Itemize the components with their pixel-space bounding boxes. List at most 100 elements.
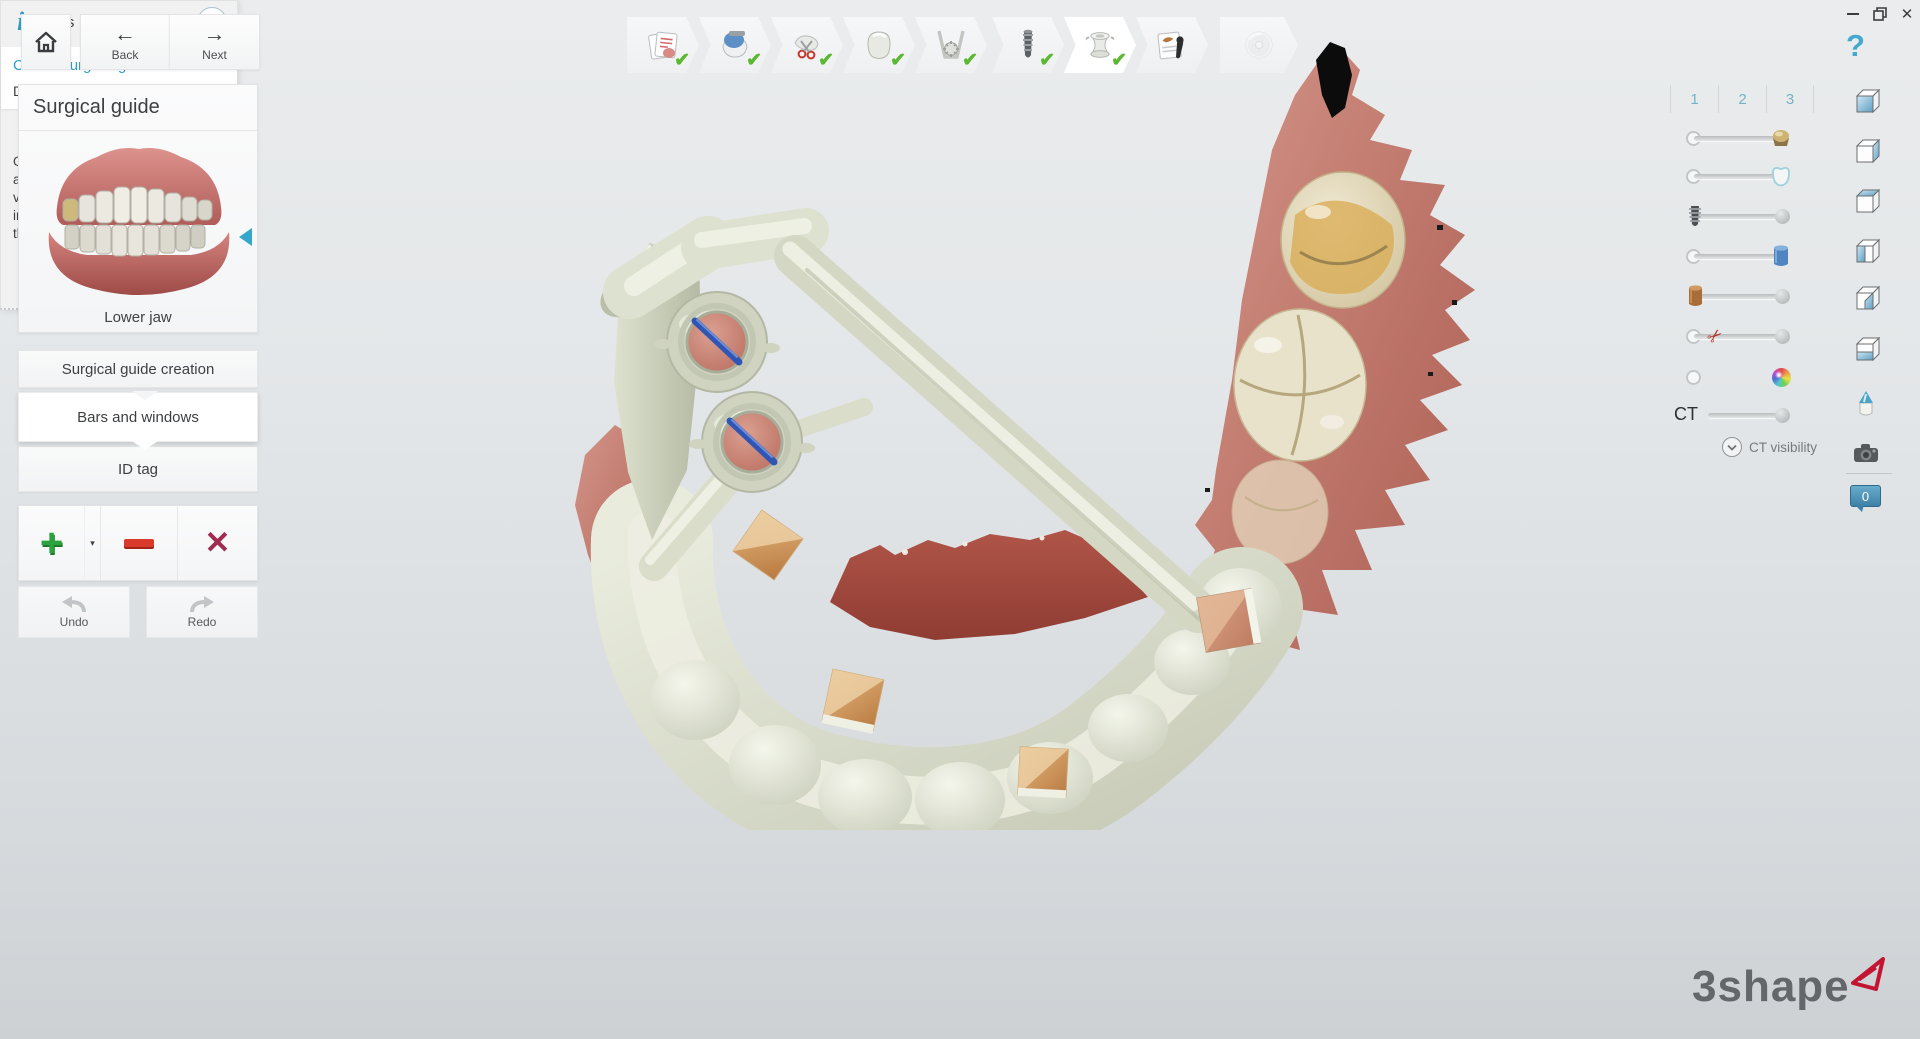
add-options-dropdown[interactable]: ▾ [85, 506, 101, 580]
brand-logo-mark-icon [1849, 955, 1889, 995]
flyout-collapse-arrow-icon[interactable] [239, 228, 252, 246]
copper-cylinder-icon[interactable] [1682, 283, 1708, 309]
color-visibility-control[interactable] [1686, 364, 1790, 390]
application-window: ✕ ? ← Back → Next ✔ ✔ [0, 0, 1920, 1039]
step-check-icon: ✔ [1111, 49, 1127, 72]
screenshot-camera-icon[interactable] [1850, 437, 1882, 469]
view-right-cube-icon[interactable] [1850, 235, 1882, 267]
sleeve-visibility-slider[interactable] [1686, 243, 1790, 269]
guide-sleeve-2[interactable] [689, 392, 815, 492]
2d-view-icon[interactable] [1850, 388, 1882, 420]
cross-icon: ✕ [205, 525, 231, 561]
redo-label: Redo [188, 615, 217, 629]
page-title: Surgical guide [19, 85, 257, 131]
cut-visibility-slider[interactable]: ✂ [1686, 323, 1790, 349]
next-arrow-icon: → [204, 23, 226, 45]
workflow-step-order-form[interactable]: ✔ [627, 17, 699, 73]
slider-thumb[interactable] [1775, 209, 1790, 224]
home-icon [33, 29, 59, 55]
add-button[interactable]: + [19, 506, 85, 580]
tooth-visibility-slider[interactable] [1686, 163, 1790, 189]
caret-down-icon: ▾ [90, 538, 95, 549]
selected-item-notch [132, 391, 158, 400]
next-button[interactable]: → Next [169, 14, 260, 70]
implant-visibility-slider[interactable] [1686, 203, 1790, 229]
sidebar-item-label: ID tag [118, 461, 158, 478]
undo-label: Undo [60, 615, 89, 629]
divider [1846, 473, 1892, 474]
home-button[interactable] [21, 14, 71, 70]
remove-button[interactable] [101, 506, 178, 580]
tab-label: 1 [1690, 91, 1698, 108]
tab-label: 3 [1786, 91, 1794, 108]
export-disc-icon [1241, 27, 1277, 63]
redo-button[interactable]: Redo [146, 586, 258, 638]
close-button[interactable]: ✕ [1895, 4, 1919, 24]
color-sphere-icon[interactable] [1768, 364, 1794, 390]
sleeve-cylinder-icon[interactable] [1768, 243, 1794, 269]
tooth-icon[interactable] [1768, 163, 1794, 189]
restore-button[interactable] [1868, 4, 1892, 24]
back-arrow-icon: ← [114, 23, 136, 45]
abutment-crown-icon[interactable] [1768, 125, 1794, 151]
ct-slider-label: CT [1674, 404, 1698, 425]
ct-visibility-slider[interactable] [1700, 402, 1790, 428]
help-button[interactable]: ? [1846, 28, 1865, 64]
implant-screw-icon[interactable] [1682, 203, 1708, 229]
step-check-icon: ✔ [674, 49, 690, 72]
step-check-icon: ✔ [1039, 49, 1055, 72]
ct-visibility-expander[interactable]: CT visibility [1722, 437, 1817, 457]
minimize-icon [1847, 13, 1859, 15]
close-icon: ✕ [1901, 5, 1914, 23]
slider-thumb[interactable] [1775, 408, 1790, 423]
chevron-down-circle-icon [1722, 437, 1742, 457]
plus-icon: + [40, 521, 63, 566]
workflow-step-export[interactable] [1220, 17, 1298, 73]
undo-arrow-icon [60, 595, 88, 613]
slider-left-end [1686, 370, 1701, 385]
back-button[interactable]: ← Back [80, 14, 170, 70]
brand-logo: 3shape [1692, 962, 1850, 1012]
minus-icon [124, 539, 154, 547]
sidebar-item-surgical-guide-creation[interactable]: Surgical guide creation [18, 350, 258, 388]
step-check-icon: ✔ [962, 49, 978, 72]
restore-icon [1873, 7, 1887, 21]
ct-visibility-label: CT visibility [1749, 440, 1817, 455]
sidebar-item-id-tag[interactable]: ID tag [18, 446, 258, 492]
3d-viewport[interactable] [430, 30, 1570, 830]
minimize-button[interactable] [1841, 4, 1865, 24]
visibility-tab-1[interactable]: 1 [1670, 85, 1718, 113]
report-icon [1154, 27, 1190, 63]
scissors-icon[interactable]: ✂ [1697, 318, 1734, 355]
abutment-base-visibility-slider[interactable] [1686, 283, 1790, 309]
redo-arrow-icon [188, 595, 216, 613]
view-left-cube-icon[interactable] [1850, 135, 1882, 167]
comments-badge[interactable]: 0 [1850, 485, 1881, 507]
slider-thumb[interactable] [1775, 329, 1790, 344]
surgical-guide-model [592, 226, 1282, 830]
sidebar-panel: Surgical guide [18, 84, 258, 333]
visibility-tab-2[interactable]: 2 [1718, 85, 1766, 113]
guide-tools-toolbar: + ▾ ✕ [18, 505, 258, 581]
back-label: Back [112, 48, 139, 62]
delete-button[interactable]: ✕ [178, 506, 257, 580]
jaw-preview-thumbnail[interactable] [39, 137, 239, 305]
help-icon: ? [1846, 28, 1865, 63]
next-label: Next [202, 48, 227, 62]
visibility-tab-3[interactable]: 3 [1766, 85, 1814, 113]
step-check-icon: ✔ [818, 49, 834, 72]
tab-label: 2 [1738, 91, 1746, 108]
comment-count: 0 [1862, 489, 1869, 504]
preview-caption: Lower jaw [19, 309, 257, 326]
view-front-cube-icon[interactable] [1850, 85, 1882, 117]
slider-thumb[interactable] [1775, 289, 1790, 304]
selected-item-notch [132, 441, 158, 450]
view-bottom-cube-icon[interactable] [1850, 333, 1882, 365]
view-top-cube-icon[interactable] [1850, 185, 1882, 217]
view-back-cube-icon[interactable] [1850, 282, 1882, 314]
sidebar-item-label: Bars and windows [77, 409, 199, 426]
step-check-icon: ✔ [890, 49, 906, 72]
undo-button[interactable]: Undo [18, 586, 130, 638]
abutment-visibility-slider[interactable] [1686, 125, 1790, 151]
step-check-icon: ✔ [746, 49, 762, 72]
